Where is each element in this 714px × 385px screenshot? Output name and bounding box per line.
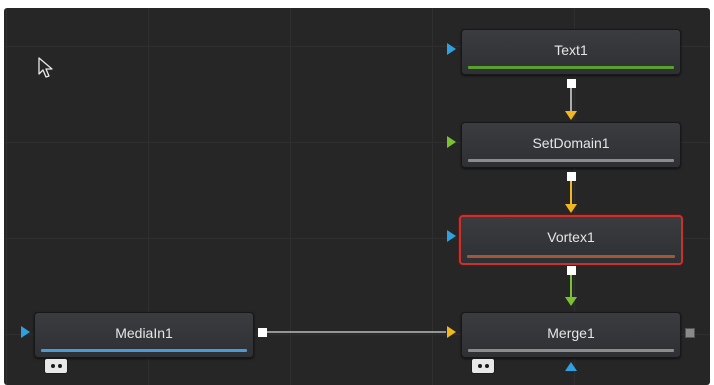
node-mediain1-label: MediaIn1 — [115, 325, 173, 341]
tab-dot-icon — [58, 364, 62, 368]
tab-dot-icon — [478, 364, 482, 368]
node-text1-status-bar — [468, 66, 674, 69]
node-merge1[interactable]: Merge1 — [461, 312, 681, 358]
wire-arrow-merge1-fg — [565, 297, 577, 306]
merge1-output-port[interactable] — [685, 328, 695, 338]
node-vortex1-status-bar — [467, 255, 675, 258]
node-setdomain1[interactable]: SetDomain1 — [461, 122, 681, 168]
node-editor-canvas[interactable]: Text1 SetDomain1 Vortex1 MediaIn1 Merge1 — [4, 8, 710, 385]
text1-input-port[interactable] — [447, 43, 456, 55]
text1-output-port[interactable] — [567, 79, 576, 88]
node-merge1-status-bar — [468, 349, 674, 352]
node-vortex1[interactable]: Vortex1 — [459, 215, 683, 265]
merge1-background-input-port[interactable] — [447, 326, 456, 338]
merge1-version-tab[interactable] — [471, 358, 495, 374]
vortex1-input-port[interactable] — [447, 230, 456, 242]
setdomain1-output-port[interactable] — [567, 172, 576, 181]
merge1-mask-input-port[interactable] — [565, 362, 577, 371]
setdomain1-input-port[interactable] — [447, 136, 456, 148]
node-setdomain1-status-bar — [468, 159, 674, 162]
mouse-cursor-icon — [38, 57, 53, 78]
node-text1-label: Text1 — [554, 42, 588, 58]
node-mediain1[interactable]: MediaIn1 — [34, 312, 254, 358]
tab-dot-icon — [485, 364, 489, 368]
node-mediain1-status-bar — [41, 349, 247, 352]
mediain1-input-port[interactable] — [21, 326, 30, 338]
node-vortex1-label: Vortex1 — [547, 229, 595, 245]
vortex1-output-port[interactable] — [567, 266, 576, 275]
node-setdomain1-label: SetDomain1 — [532, 135, 610, 151]
node-text1[interactable]: Text1 — [461, 29, 681, 75]
wire-arrow-vortex1 — [565, 204, 577, 213]
wire-arrow-setdomain1 — [565, 111, 577, 120]
mediain1-version-tab[interactable] — [44, 358, 68, 374]
node-merge1-label: Merge1 — [547, 325, 595, 341]
mediain1-output-port[interactable] — [258, 328, 267, 337]
tab-dot-icon — [51, 364, 55, 368]
